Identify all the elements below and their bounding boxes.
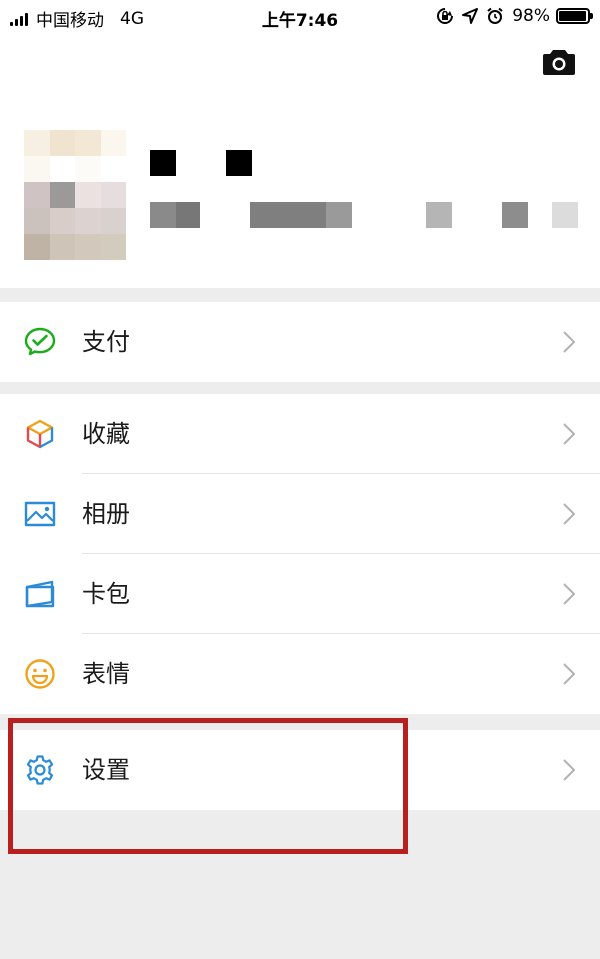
favorites-cube-icon: [26, 419, 54, 449]
battery-fill: [559, 11, 587, 21]
camera-icon: [543, 50, 575, 75]
menu-item-pay[interactable]: 支付: [0, 302, 600, 382]
menu-item-favorites[interactable]: 收藏: [0, 394, 600, 474]
chevron-right-icon: [563, 503, 576, 525]
location-icon: [462, 8, 479, 24]
menu-item-album[interactable]: 相册: [0, 474, 600, 554]
highlight-box: [8, 718, 408, 854]
alarm-icon: [487, 7, 503, 24]
rotation-lock-icon: [437, 8, 454, 24]
camera-button[interactable]: [542, 48, 576, 76]
menu-item-cards[interactable]: 卡包: [0, 554, 600, 634]
profile-header[interactable]: [0, 34, 600, 288]
menu-item-cards-label: 卡包: [82, 580, 130, 608]
menu-item-pay-label: 支付: [82, 328, 130, 356]
menu-item-stickers[interactable]: 表情: [0, 634, 600, 714]
status-bar: 中国移动 4G 上午7:46 98%: [0, 0, 600, 34]
chevron-right-icon: [563, 423, 576, 445]
card-wallet-icon: [25, 580, 55, 608]
chevron-right-icon: [563, 331, 576, 353]
menu-group-main: 收藏 相册 卡包 表情: [0, 394, 600, 714]
chevron-right-icon: [563, 663, 576, 685]
smiley-icon: [25, 659, 55, 689]
album-picture-icon: [24, 501, 56, 527]
battery-icon: [556, 8, 593, 24]
chevron-right-icon: [563, 759, 576, 781]
chevron-right-icon: [563, 583, 576, 605]
nickname-obscured: [150, 150, 270, 176]
menu-item-album-label: 相册: [82, 500, 130, 528]
status-right: 98%: [428, 6, 593, 26]
battery-percent: 98%: [512, 6, 550, 26]
menu-group-pay: 支付: [0, 302, 600, 382]
avatar[interactable]: [24, 130, 126, 260]
menu-item-stickers-label: 表情: [82, 660, 130, 688]
wechat-pay-icon: [24, 327, 56, 356]
menu-item-favorites-label: 收藏: [82, 420, 130, 448]
account-id-obscured: [150, 202, 590, 228]
